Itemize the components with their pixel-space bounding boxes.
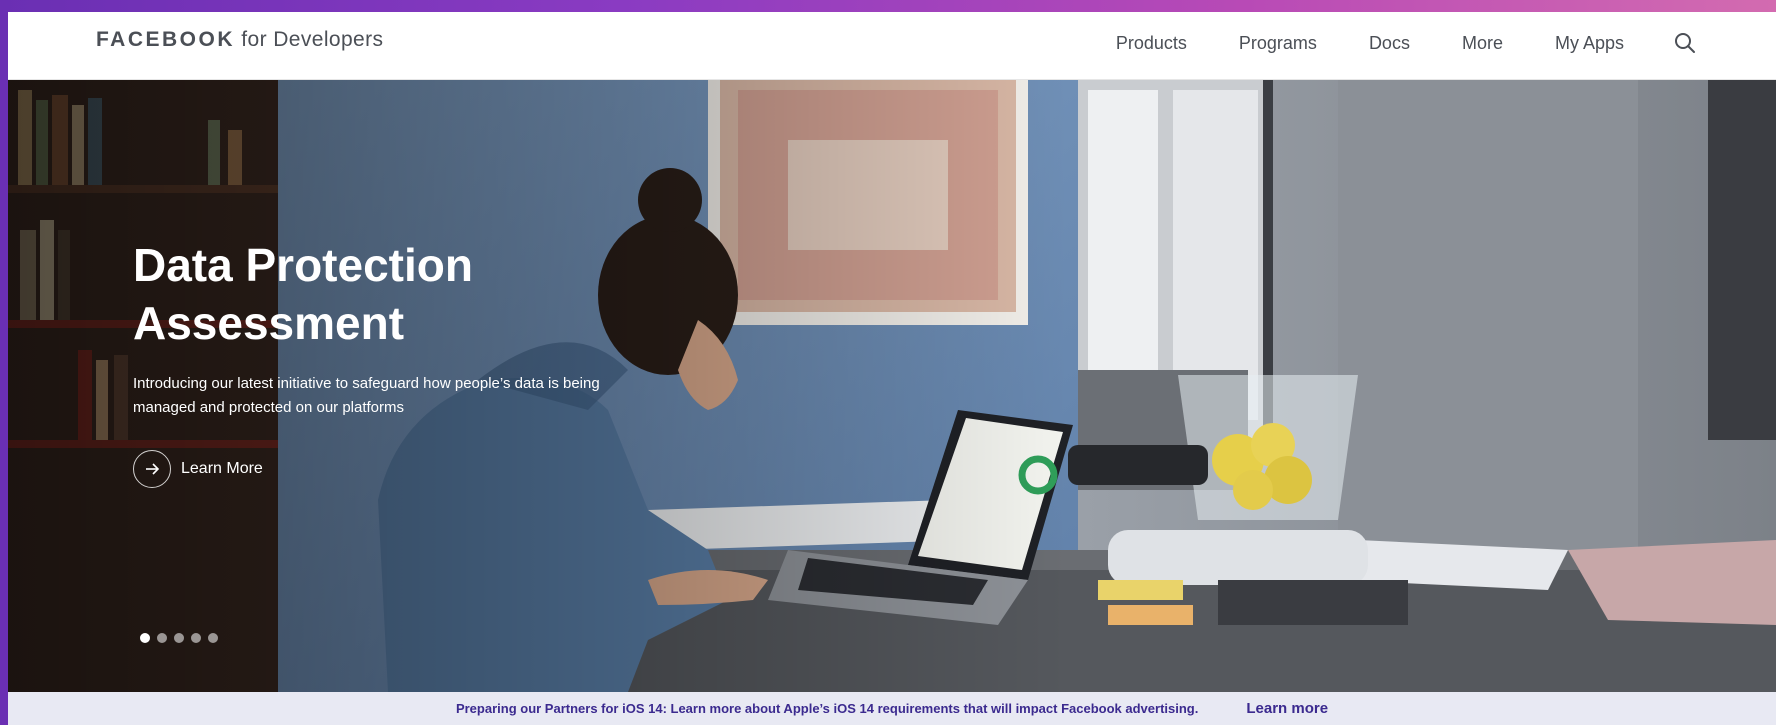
browser-viewport: FACEBOOK for Developers Products Program… xyxy=(8,12,1776,725)
carousel-dot-1[interactable] xyxy=(140,633,150,643)
hero-copy: Data Protection Assessment Introducing o… xyxy=(133,236,693,488)
carousel-dot-5[interactable] xyxy=(208,633,218,643)
site-header: FACEBOOK for Developers Products Program… xyxy=(8,12,1776,80)
arrow-right-icon xyxy=(133,450,171,488)
main-nav: Products Programs Docs More My Apps xyxy=(1064,32,1696,54)
banner-text: Preparing our Partners for iOS 14: Learn… xyxy=(455,701,1199,716)
carousel-dots xyxy=(140,633,225,643)
hero-banner: Data Protection Assessment Introducing o… xyxy=(8,80,1776,692)
search-icon[interactable] xyxy=(1674,32,1696,54)
learn-more-button[interactable]: Learn More xyxy=(133,450,693,488)
hero-title: Data Protection Assessment xyxy=(133,239,473,349)
hero-description: Introducing our latest initiative to saf… xyxy=(133,375,600,416)
logo-suffix: for Developers xyxy=(235,28,384,51)
nav-my-apps[interactable]: My Apps xyxy=(1555,33,1624,54)
learn-more-label: Learn More xyxy=(181,460,263,477)
carousel-dot-2[interactable] xyxy=(157,633,167,643)
nav-docs[interactable]: Docs xyxy=(1369,33,1410,54)
nav-products[interactable]: Products xyxy=(1116,33,1187,54)
ios14-notice-banner: Preparing our Partners for iOS 14: Learn… xyxy=(8,692,1776,725)
nav-programs[interactable]: Programs xyxy=(1239,33,1317,54)
nav-more[interactable]: More xyxy=(1462,33,1503,54)
logo-brand: FACEBOOK xyxy=(96,28,236,51)
site-logo[interactable]: FACEBOOK for Developers xyxy=(96,28,383,52)
carousel-dot-3[interactable] xyxy=(174,633,184,643)
carousel-dot-4[interactable] xyxy=(191,633,201,643)
banner-learn-more-link[interactable]: Learn more xyxy=(1246,700,1328,717)
